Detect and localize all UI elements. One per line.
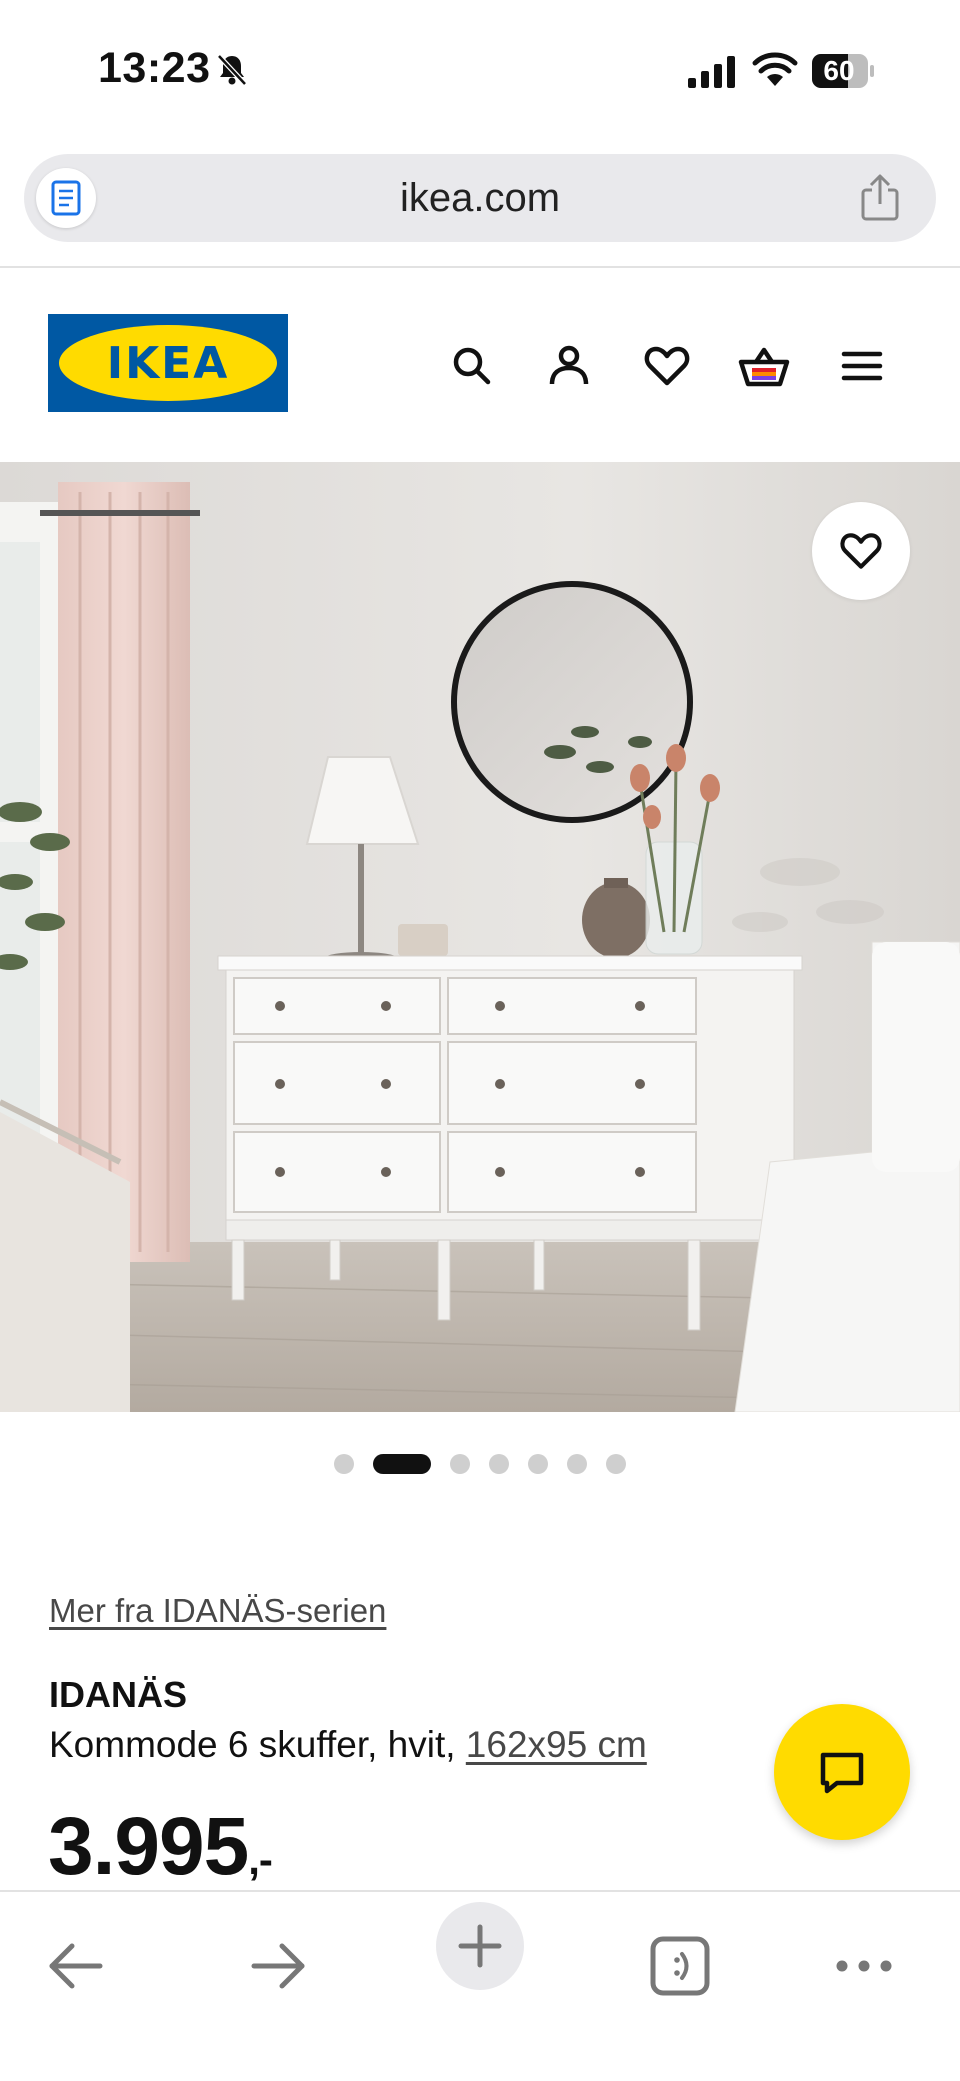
product-description-text: Kommode 6 skuffer, hvit, <box>49 1724 456 1765</box>
carousel-indicators <box>0 1452 960 1474</box>
add-to-favorites-button[interactable] <box>812 502 910 600</box>
product-photo <box>0 462 960 1412</box>
heart-icon[interactable] <box>641 340 693 392</box>
price-value: 3.995 <box>48 1801 249 1892</box>
hamburger-icon[interactable] <box>836 340 888 392</box>
carousel-dot-active[interactable] <box>373 1454 431 1474</box>
person-icon[interactable] <box>543 340 595 392</box>
status-bar: 13:23 60 <box>0 0 960 140</box>
search-icon[interactable] <box>446 340 498 392</box>
wifi-icon <box>752 52 798 86</box>
battery-indicator: 60 <box>812 54 876 88</box>
logo-oval: IKEA <box>59 325 277 401</box>
basket-icon[interactable] <box>738 340 790 392</box>
carousel-dot[interactable] <box>528 1454 548 1474</box>
arrow-right-icon <box>251 1943 305 1989</box>
url-text[interactable]: ikea.com <box>24 176 936 221</box>
chat-icon <box>820 1752 864 1794</box>
carousel-dot[interactable] <box>334 1454 354 1474</box>
address-bar[interactable]: ikea.com <box>24 154 936 242</box>
forward-button[interactable] <box>246 1934 310 1998</box>
ikea-logo[interactable]: IKEA <box>48 314 288 412</box>
arrow-left-icon <box>49 1943 103 1989</box>
carousel-dot[interactable] <box>567 1454 587 1474</box>
status-time: 13:23 <box>98 44 211 92</box>
carousel-dot[interactable] <box>606 1454 626 1474</box>
cellular-signal-icon <box>688 56 735 88</box>
tabs-button[interactable] <box>648 1934 712 1998</box>
back-button[interactable] <box>44 1934 108 1998</box>
series-link[interactable]: Mer fra IDANÄS-serien <box>49 1592 386 1630</box>
site-header: IKEA <box>0 268 960 460</box>
share-icon[interactable] <box>858 174 902 222</box>
more-dots-icon <box>836 1960 892 1972</box>
product-price: 3.995,- <box>48 1800 273 1894</box>
battery-level: 60 <box>823 55 855 86</box>
more-button[interactable] <box>832 1934 896 1998</box>
logo-text: IKEA <box>106 337 230 389</box>
product-dimensions-link[interactable]: 162x95 cm <box>466 1724 647 1765</box>
product-image-carousel[interactable] <box>0 462 960 1412</box>
new-tab-button[interactable] <box>436 1902 524 1990</box>
chat-button[interactable] <box>774 1704 910 1840</box>
carousel-dot[interactable] <box>450 1454 470 1474</box>
product-name: IDANÄS <box>49 1674 188 1715</box>
plus-icon <box>458 1924 502 1968</box>
carousel-dot[interactable] <box>489 1454 509 1474</box>
product-description: Kommode 6 skuffer, hvit, 162x95 cm <box>49 1724 647 1766</box>
price-suffix: ,- <box>248 1836 273 1883</box>
tabs-icon <box>650 1936 710 1996</box>
bell-muted-icon <box>217 54 247 86</box>
heart-icon <box>840 533 882 569</box>
